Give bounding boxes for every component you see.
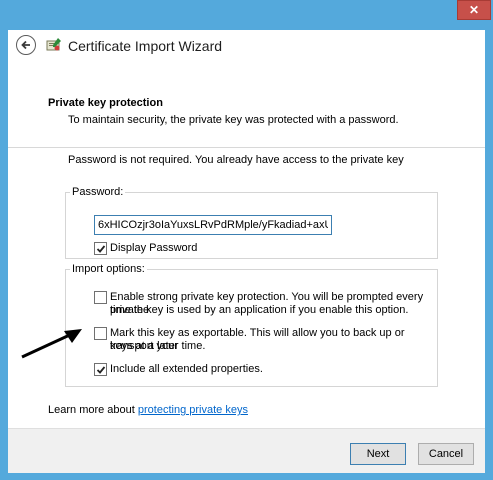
- strong-protection-checkbox[interactable]: [94, 291, 107, 304]
- extended-properties-label: Include all extended properties.: [110, 363, 263, 375]
- exportable-label-line2: keys at a later time.: [110, 340, 206, 352]
- wizard-titlebar: Certificate Import Wizard: [8, 30, 485, 64]
- cancel-button[interactable]: Cancel: [418, 443, 474, 465]
- password-group: Password: Display Password: [65, 186, 438, 259]
- window-close-button[interactable]: ✕: [457, 0, 491, 20]
- display-password-checkbox[interactable]: [94, 242, 107, 255]
- page-title: Private key protection: [48, 97, 163, 109]
- display-password-label: Display Password: [110, 242, 198, 254]
- annotation-arrow-icon: [21, 329, 82, 359]
- page-header: Private key protection To maintain secur…: [8, 64, 485, 148]
- wizard-title: Certificate Import Wizard: [68, 38, 223, 54]
- protecting-private-keys-link[interactable]: protecting private keys: [138, 404, 248, 416]
- password-group-legend: Password:: [72, 186, 124, 198]
- learn-more-text: Learn more about protecting private keys: [48, 404, 248, 416]
- extended-properties-checkbox[interactable]: [94, 363, 107, 376]
- import-options-legend: Import options:: [72, 263, 145, 275]
- exportable-checkbox[interactable]: [94, 327, 107, 340]
- page-description: To maintain security, the private key wa…: [68, 114, 399, 126]
- import-options-group: Import options: Enable strong private ke…: [65, 263, 438, 387]
- password-note: Password is not required. You already ha…: [68, 154, 404, 166]
- checkmark-icon: [96, 244, 105, 253]
- strong-protection-label-line2: private key is used by an application if…: [110, 304, 409, 316]
- wizard-footer: Next Cancel: [8, 428, 485, 473]
- checkmark-icon: [96, 365, 105, 374]
- password-input[interactable]: [94, 215, 332, 235]
- next-button[interactable]: Next: [350, 443, 406, 465]
- learn-more-prefix: Learn more about: [48, 404, 138, 416]
- back-button[interactable]: [16, 35, 36, 55]
- close-icon: ✕: [468, 3, 480, 17]
- back-arrow-icon: [21, 40, 30, 50]
- certificate-wizard-icon: [46, 38, 61, 51]
- wizard-content: Password is not required. You already ha…: [8, 148, 485, 428]
